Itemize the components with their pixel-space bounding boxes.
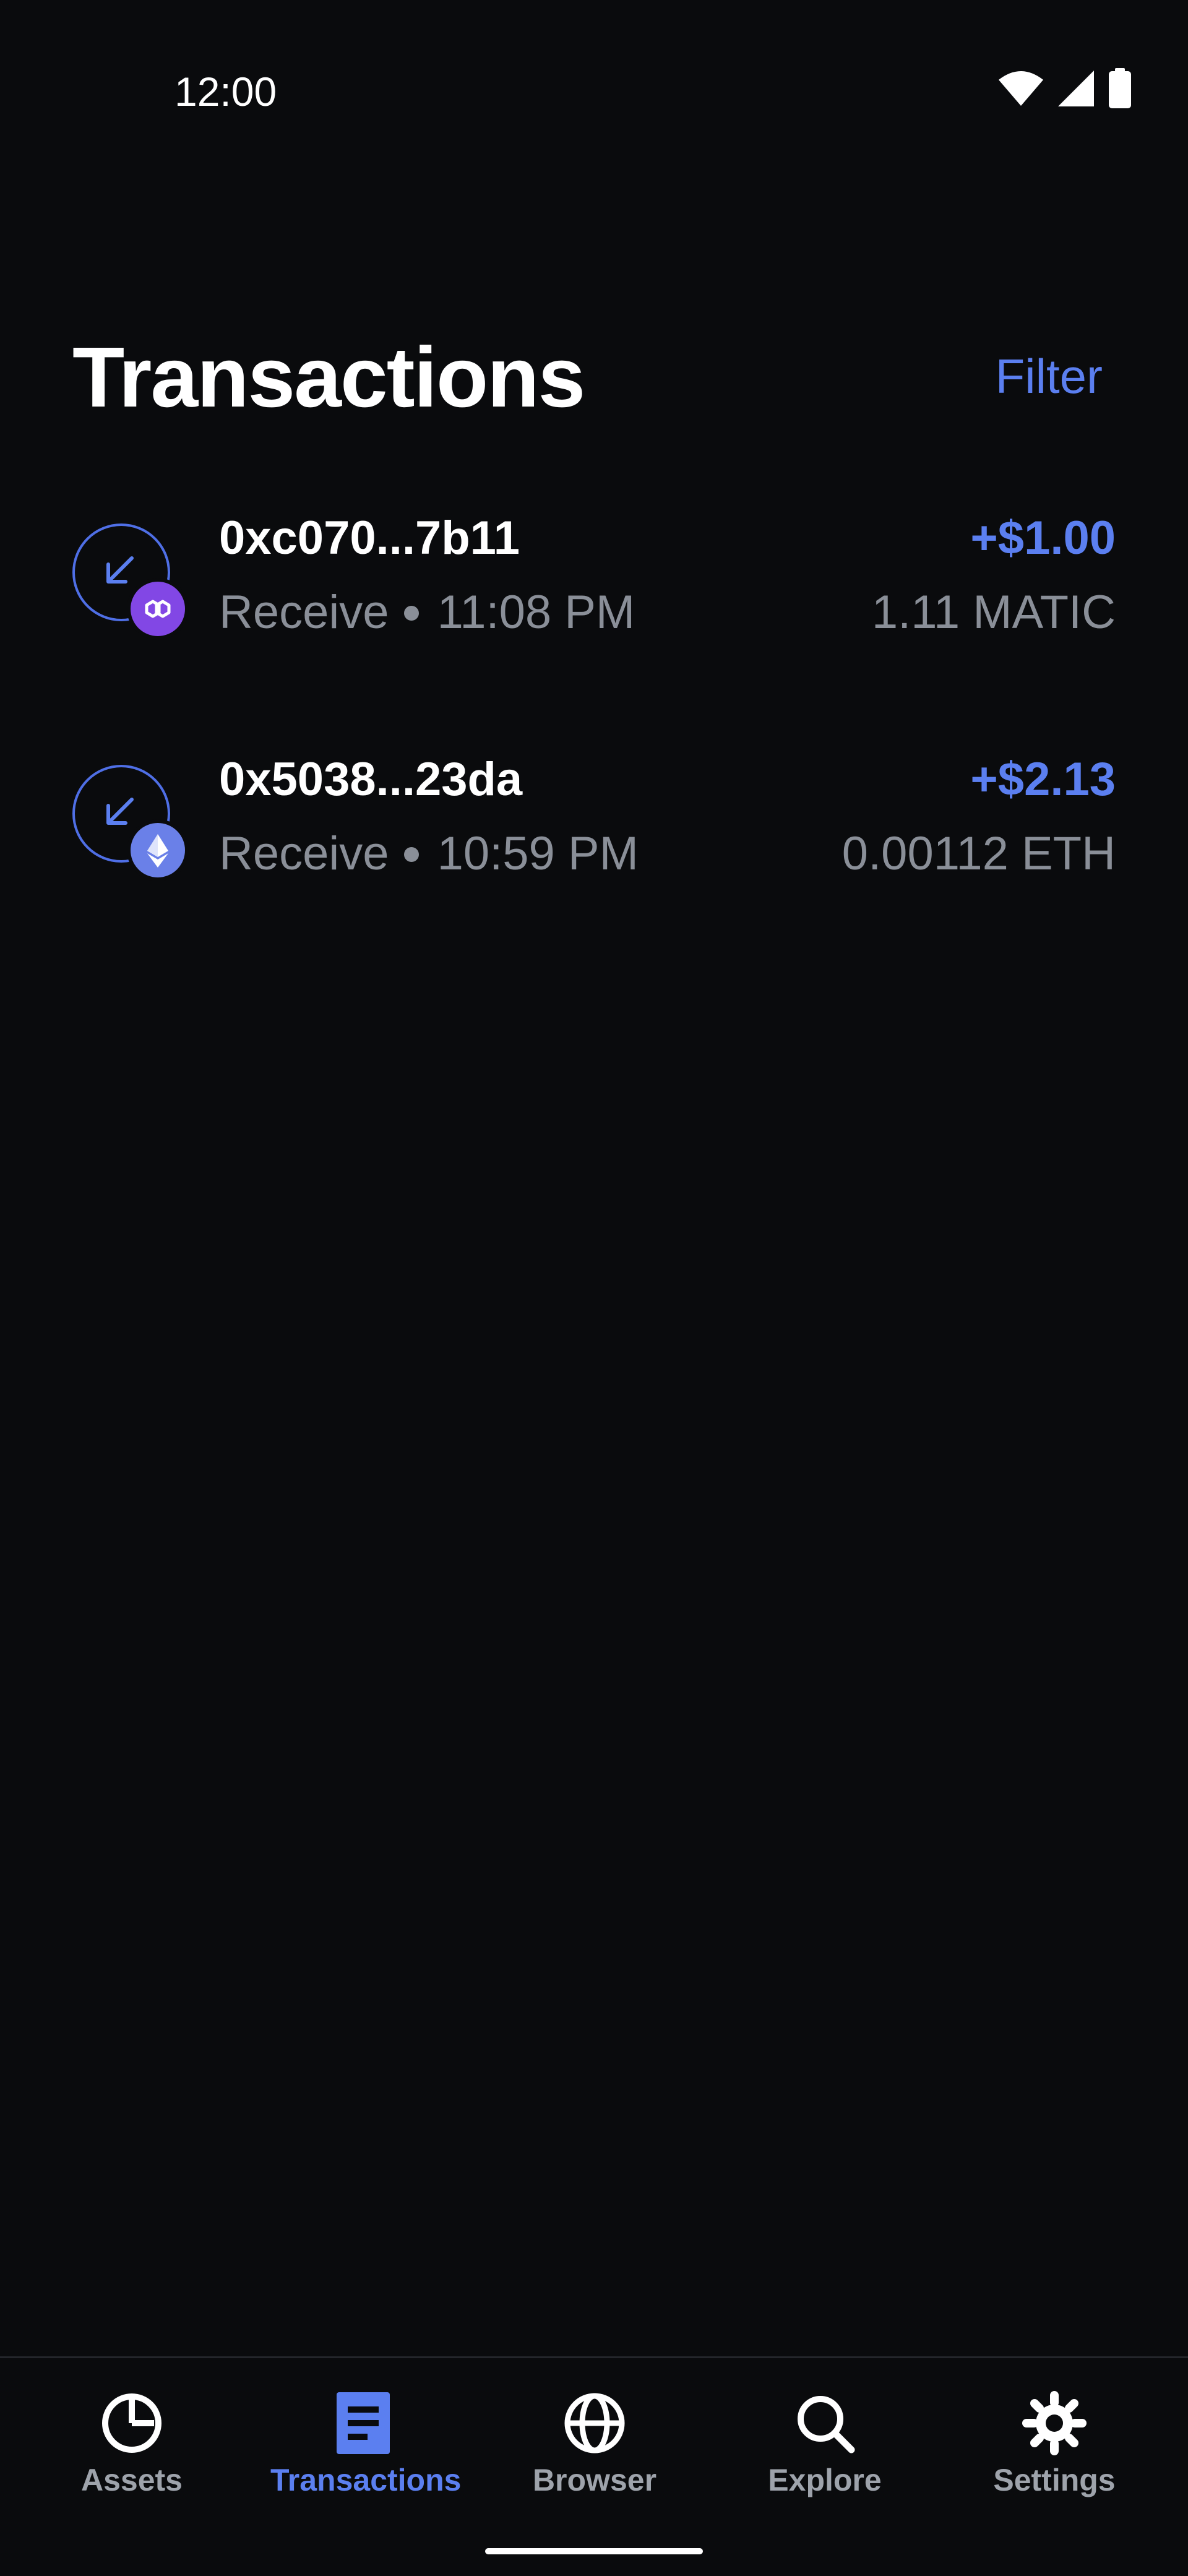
home-indicator[interactable] <box>485 2548 703 2554</box>
polygon-icon <box>127 578 189 640</box>
gear-icon <box>1022 2391 1087 2455</box>
transaction-address: 0x5038...23da <box>219 753 523 806</box>
nav-label: Assets <box>81 2463 183 2497</box>
bottom-navigation: Assets Transactions Browser Explore Sett… <box>0 2356 1188 2576</box>
transaction-row[interactable]: 0x5038...23da Receive 10:59 PM +$2.13 0.0… <box>0 736 1188 978</box>
transaction-row[interactable]: 0xc070...7b11 Receive 11:08 PM +$1.00 1.1… <box>0 495 1188 736</box>
pie-chart-icon <box>102 2393 161 2453</box>
transaction-list: 0xc070...7b11 Receive 11:08 PM +$1.00 1.1… <box>0 495 1188 978</box>
status-bar: 12:00 <box>0 0 1188 186</box>
transaction-amount-token: 0.00112 ETH <box>842 827 1116 880</box>
separator-dot <box>403 846 419 862</box>
transaction-type: Receive <box>219 586 389 639</box>
transaction-amount-usd: +$2.13 <box>970 753 1116 806</box>
nav-label: Transactions <box>270 2463 462 2497</box>
battery-icon <box>1109 68 1131 108</box>
receive-transaction-icon <box>72 523 189 640</box>
nav-item-transactions[interactable]: Transactions <box>270 2389 462 2513</box>
page-title: Transactions <box>72 330 585 425</box>
search-icon <box>798 2396 855 2453</box>
status-icons <box>997 68 1132 109</box>
wifi-icon <box>999 71 1043 106</box>
status-time: 12:00 <box>174 69 277 114</box>
nav-label: Settings <box>993 2463 1116 2497</box>
arrow-down-left-icon <box>106 798 134 825</box>
transaction-address: 0xc070...7b11 <box>219 512 520 564</box>
receive-transaction-icon <box>72 765 189 881</box>
nav-label: Explore <box>768 2463 882 2497</box>
transaction-meta: Receive 10:59 PM <box>219 823 639 885</box>
arrow-down-left-icon <box>106 556 134 584</box>
nav-label: Browser <box>532 2463 657 2497</box>
nav-item-browser[interactable]: Browser <box>502 2389 687 2513</box>
cell-signal-icon <box>1058 71 1094 106</box>
transaction-meta: Receive 11:08 PM <box>219 582 635 644</box>
nav-item-settings[interactable]: Settings <box>962 2389 1147 2513</box>
nav-item-assets[interactable]: Assets <box>39 2389 225 2513</box>
document-icon <box>337 2392 390 2454</box>
separator-dot <box>403 605 419 621</box>
transaction-time: 10:59 PM <box>437 827 639 880</box>
transaction-amount-token: 1.11 MATIC <box>871 586 1116 639</box>
globe-icon <box>564 2393 625 2453</box>
transaction-amount-usd: +$1.00 <box>970 512 1116 564</box>
transaction-time: 11:08 PM <box>437 586 635 639</box>
nav-item-explore[interactable]: Explore <box>732 2389 918 2513</box>
filter-button[interactable]: Filter <box>996 345 1103 407</box>
ethereum-icon <box>127 819 189 881</box>
transaction-type: Receive <box>219 827 389 880</box>
